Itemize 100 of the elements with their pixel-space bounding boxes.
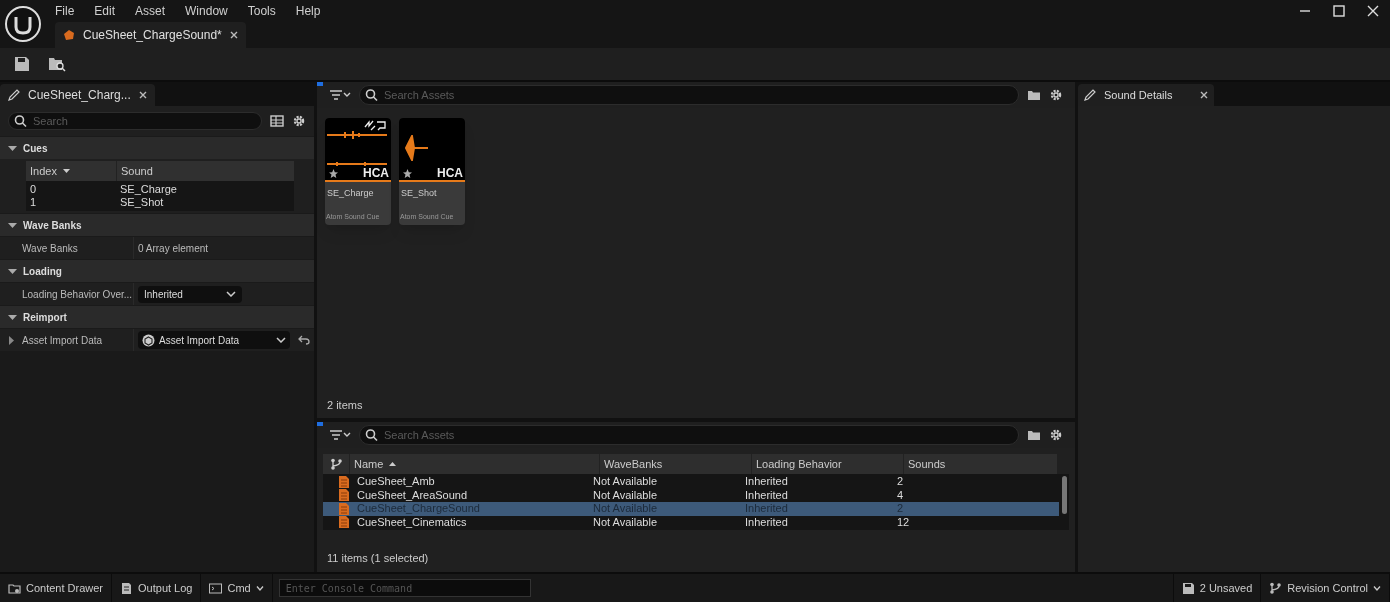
branch-icon: [1269, 581, 1283, 595]
dropdown[interactable]: Inherited: [138, 285, 242, 303]
status-bar-button[interactable]: 2 Unsaved: [1173, 574, 1262, 602]
section-header[interactable]: Loading: [0, 259, 314, 282]
close-icon[interactable]: [229, 31, 238, 39]
search-field[interactable]: Search: [8, 112, 262, 130]
menu-item[interactable]: Help: [285, 2, 331, 20]
menu-item[interactable]: Asset: [125, 2, 176, 20]
section-header[interactable]: Wave Banks: [0, 213, 314, 236]
chevron-down-icon: [1373, 585, 1381, 591]
property-label: Wave Banks: [22, 241, 78, 256]
table-row[interactable]: CueSheet_Amb Not Available Inherited 2: [323, 475, 1059, 489]
status-bar-button[interactable]: Revision Control: [1261, 574, 1390, 602]
table-cell-text: 4: [896, 488, 905, 502]
waveform-drawing: [405, 135, 429, 161]
log-icon: [120, 581, 134, 595]
table-view-icon[interactable]: [270, 114, 284, 128]
menu-item[interactable]: File: [45, 2, 85, 20]
terminal-icon: [209, 581, 223, 595]
filter-icon[interactable]: [329, 428, 351, 442]
menu-item[interactable]: Window: [175, 2, 238, 20]
property-label: Loading Behavior Over...: [22, 287, 133, 302]
table-cell-text: Inherited: [744, 515, 789, 529]
collapse-arrow-icon[interactable]: [8, 312, 17, 322]
maximize-icon[interactable]: [1332, 4, 1346, 18]
table-cell-text: 2: [896, 475, 905, 489]
asset-name: SE_Charge: [326, 187, 375, 200]
search-field[interactable]: Search Assets: [359, 85, 1019, 105]
menu-item[interactable]: Edit: [84, 2, 126, 20]
table-cell-text: CueSheet_Amb: [356, 475, 436, 489]
document-tab[interactable]: CueSheet_ChargeSound*: [55, 22, 246, 48]
section-header[interactable]: Reimport: [0, 305, 314, 328]
reset-arrow-icon[interactable]: [298, 335, 310, 345]
browse-folder-icon[interactable]: [48, 56, 66, 72]
table-cell-text: Not Available: [592, 488, 658, 502]
search-icon: [365, 88, 378, 102]
document-icon: [339, 489, 349, 502]
property-label: Asset Import Data: [22, 333, 103, 348]
format-label: HCA: [363, 166, 389, 180]
table-cell-text: CueSheet_ChargeSound: [356, 502, 481, 516]
pencil-icon: [1084, 89, 1096, 101]
table-cell-text: Not Available: [592, 515, 658, 529]
scrollbar-thumb[interactable]: [1061, 476, 1067, 514]
document-icon: [339, 516, 349, 529]
drawer-icon: [8, 581, 21, 595]
chevron-down-icon: [276, 337, 286, 343]
status-bar-button[interactable]: Content Drawer: [0, 574, 113, 602]
table-cell-text: SE_Charge: [119, 183, 178, 196]
document-icon: [339, 502, 349, 515]
collapse-arrow-icon[interactable]: [8, 266, 17, 276]
sort-arrow-icon: [62, 168, 70, 174]
menu-item[interactable]: Tools: [237, 2, 286, 20]
folder-icon[interactable]: [1027, 428, 1041, 442]
settings-icon[interactable]: [1049, 428, 1063, 442]
format-label: HCA: [437, 166, 463, 180]
item-count: 2 items: [326, 397, 364, 413]
branch-icon[interactable]: [330, 458, 342, 470]
table-cell-text: Inherited: [744, 502, 789, 516]
item-count: 11 items (1 selected): [326, 550, 430, 566]
close-icon[interactable]: [1200, 91, 1208, 99]
star-icon: [329, 169, 338, 178]
settings-icon[interactable]: [292, 114, 306, 128]
table-cell-text: CueSheet_AreaSound: [356, 488, 469, 502]
engine-logo-icon[interactable]: [4, 5, 42, 43]
table-cell-text: Not Available: [592, 475, 658, 489]
status-bar-button[interactable]: Cmd: [201, 574, 273, 602]
sound-details-tab[interactable]: Sound Details: [1078, 84, 1214, 106]
asset-icon: [63, 29, 75, 41]
collapse-arrow-icon[interactable]: [8, 220, 17, 230]
search-field[interactable]: Search Assets: [359, 425, 1019, 445]
close-icon[interactable]: [1366, 4, 1380, 18]
close-icon[interactable]: [138, 91, 147, 99]
console-input[interactable]: Enter Console Command: [278, 579, 531, 597]
table-cell-text: CueSheet_Cinematics: [356, 515, 468, 529]
chevron-down-icon: [255, 585, 264, 591]
save-icon[interactable]: [14, 56, 30, 72]
search-icon: [365, 428, 378, 442]
details-tab[interactable]: CueSheet_Charg...: [0, 84, 155, 106]
dropdown[interactable]: Asset Import Data: [138, 331, 290, 349]
section-header[interactable]: Cues: [0, 136, 314, 159]
chevron-down-icon: [226, 291, 236, 297]
star-icon: [403, 169, 412, 178]
folder-icon[interactable]: [1027, 88, 1041, 102]
table-row[interactable]: CueSheet_AreaSound Not Available Inherited 4: [323, 488, 1059, 502]
table-cell-text: Inherited: [744, 475, 789, 489]
status-bar-button[interactable]: Output Log: [112, 574, 202, 602]
search-icon: [14, 114, 27, 128]
table-row[interactable]: CueSheet_Cinematics Not Available Inherited 12: [323, 515, 1059, 529]
table-cell-text: 0: [29, 183, 38, 196]
expand-arrow-icon[interactable]: [8, 335, 16, 345]
filter-icon[interactable]: [329, 88, 351, 102]
table-cell-text: Not Available: [592, 502, 658, 516]
document-icon: [339, 475, 349, 488]
settings-icon[interactable]: [1049, 88, 1063, 102]
asset-name: SE_Shot: [400, 187, 438, 200]
table-cell-text: Inherited: [744, 488, 789, 502]
column-header[interactable]: Index: [26, 161, 116, 181]
table-cell-text: 2: [896, 502, 905, 516]
pencil-icon: [8, 89, 20, 101]
collapse-arrow-icon[interactable]: [8, 143, 17, 153]
